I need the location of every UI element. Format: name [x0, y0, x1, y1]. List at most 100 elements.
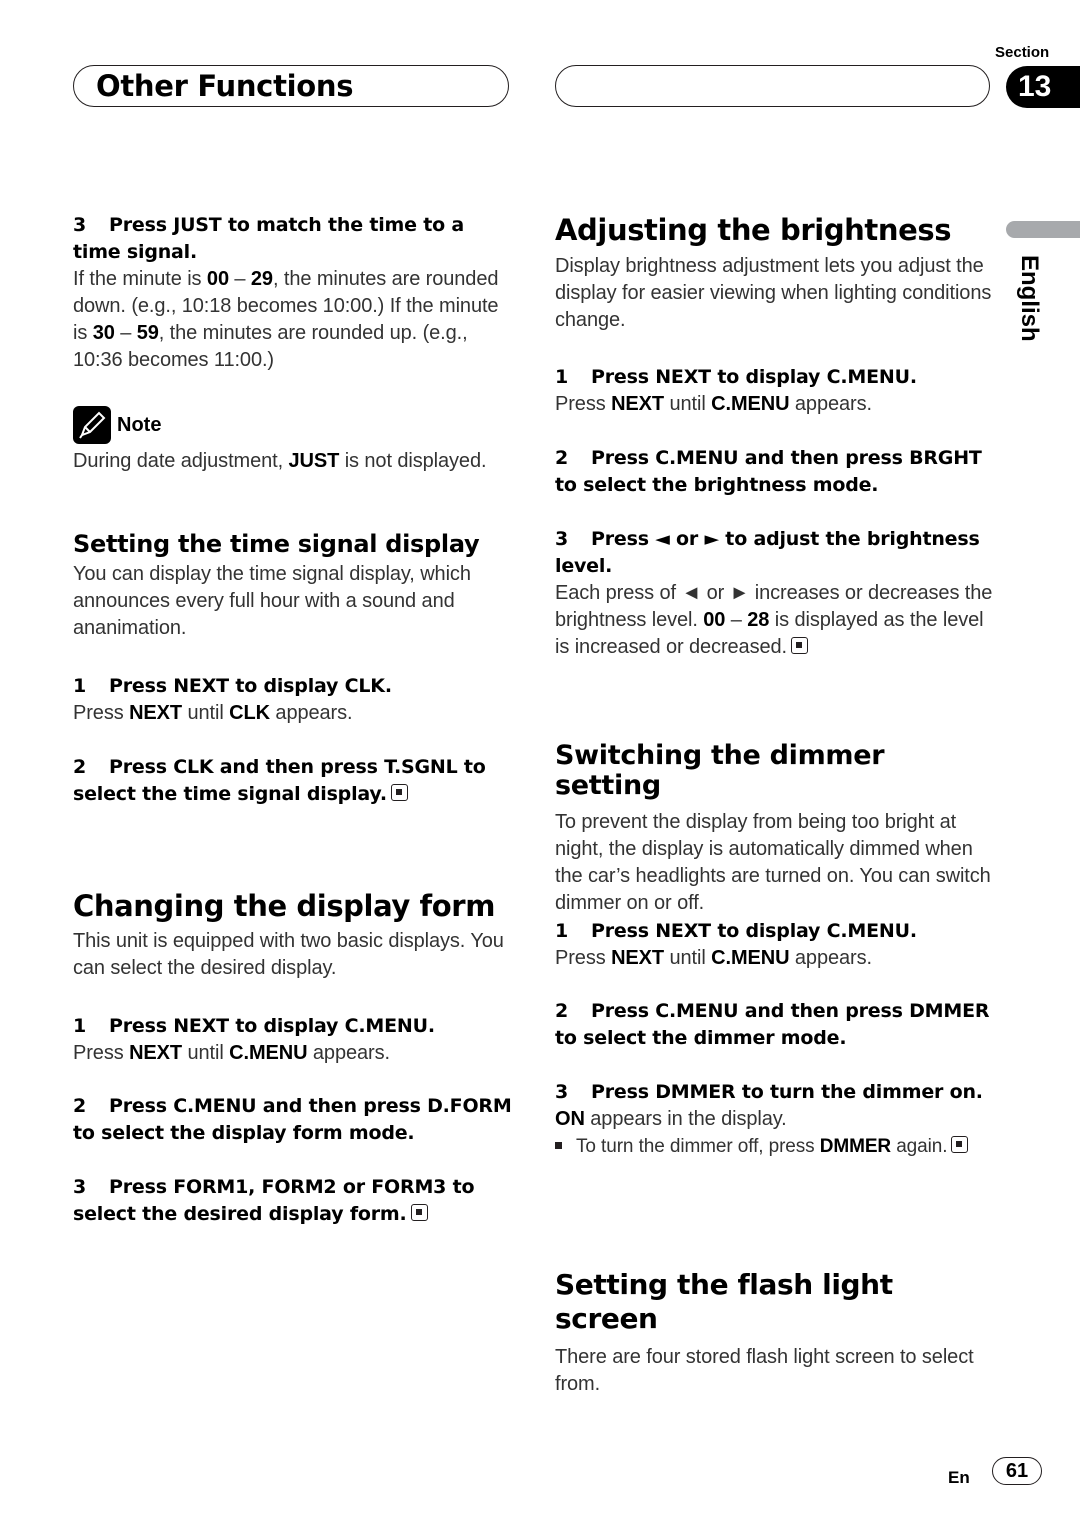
- step-title: Press ◄ or ► to adjust the brightness le…: [555, 528, 980, 577]
- step-number: 1: [555, 366, 569, 388]
- note-text-bold: JUST: [288, 450, 340, 472]
- text-bold: 00: [703, 609, 726, 631]
- text: Press: [555, 947, 612, 969]
- text: appears.: [789, 393, 872, 415]
- display-form-step-1: 1 Press NEXT to display C.MENU. Press NEX…: [73, 1013, 513, 1067]
- step-number: 2: [555, 1000, 569, 1022]
- step-title: Press DMMER to turn the dimmer on.: [591, 1081, 983, 1103]
- header-blank-box: [555, 65, 990, 107]
- step-number: 2: [555, 447, 569, 469]
- text-bold: DMMER: [819, 1136, 892, 1157]
- text: Press: [73, 1042, 130, 1064]
- text-bold: NEXT: [611, 947, 665, 969]
- text: If the minute is: [73, 268, 207, 290]
- section-heading: Adjusting the brightness: [555, 213, 952, 247]
- language-code: En: [948, 1468, 970, 1487]
- text: appears.: [789, 947, 872, 969]
- note-text-pre: During date adjustment,: [73, 450, 289, 472]
- step-number: 1: [73, 1015, 87, 1037]
- time-signal-step-2: 2 Press CLK and then press T.SGNL to sele…: [73, 754, 513, 808]
- step-body: Each press of ◄ or ► increases or decrea…: [555, 580, 995, 661]
- step-title: Press NEXT to display C.MENU.: [591, 920, 917, 942]
- note-text-post: is not displayed.: [339, 450, 487, 472]
- pencil-note-icon: [73, 406, 111, 444]
- step-number: 2: [73, 1095, 87, 1117]
- note-label: Note: [117, 413, 162, 436]
- text: again.: [891, 1136, 948, 1157]
- dimmer-step-2: 2 Press C.MENU and then press DMMER to se…: [555, 998, 995, 1052]
- text-bold: C.MENU: [711, 947, 790, 969]
- note-block: Note During date adjustment, JUST is not…: [73, 406, 513, 475]
- step-number: 3: [73, 1176, 87, 1198]
- section-intro: This unit is equipped with two basic dis…: [73, 930, 504, 979]
- step-just-time-signal: 3 Press JUST to match the time to a time …: [73, 212, 513, 374]
- step-title: Press C.MENU and then press D.FORM to se…: [73, 1095, 512, 1144]
- step-number: 3: [555, 528, 569, 550]
- text-bold: 29: [250, 268, 273, 290]
- text: –: [725, 609, 748, 631]
- text-bold: 00: [206, 268, 229, 290]
- dimmer-step-3: 3 Press DMMER to turn the dimmer on. ON a…: [555, 1079, 995, 1160]
- brightness-step-1: 1 Press NEXT to display C.MENU. Press NEX…: [555, 364, 995, 418]
- text: –: [114, 322, 137, 344]
- text-bold: CLK: [229, 702, 270, 724]
- step-number: 1: [555, 920, 569, 942]
- time-signal-step-1: 1 Press NEXT to display CLK. Press NEXT u…: [73, 673, 513, 727]
- section-heading: Switching the dimmer setting: [555, 740, 885, 801]
- text: appears in the display.: [584, 1108, 787, 1130]
- step-number: 3: [73, 214, 87, 236]
- step-number: 1: [73, 675, 87, 697]
- text: until: [182, 702, 230, 724]
- chapter-title: Other Functions: [96, 69, 354, 103]
- section-label: Section: [995, 44, 1050, 61]
- step-number: 2: [73, 756, 87, 778]
- text: Press: [555, 393, 612, 415]
- step-body: Press NEXT until C.MENU appears.: [555, 945, 995, 972]
- step-number: 3: [555, 1081, 569, 1103]
- text: until: [664, 947, 712, 969]
- chapter-title-box: Other Functions: [73, 65, 509, 107]
- text-bold: C.MENU: [711, 393, 790, 415]
- step-title: Press JUST to match the time to a time s…: [73, 214, 465, 263]
- bullet-item: To turn the dimmer off, press DMMER agai…: [555, 1133, 995, 1160]
- step-body: ON appears in the display.: [555, 1106, 995, 1133]
- end-of-section-icon: [790, 637, 808, 654]
- end-of-section-icon: [951, 1136, 969, 1153]
- section-intro: Display brightness adjustment lets you a…: [555, 255, 992, 331]
- text: –: [228, 268, 251, 290]
- text-bold: 59: [136, 322, 159, 344]
- step-title: Press C.MENU and then press DMMER to sel…: [555, 1000, 990, 1049]
- flash-light-section: Setting the flash light screen There are…: [555, 1268, 995, 1398]
- text: appears.: [269, 702, 353, 724]
- dimmer-section: Switching the dimmer setting To prevent …: [555, 741, 995, 917]
- bullet-icon: [555, 1142, 562, 1149]
- step-title: Press NEXT to display CLK.: [109, 675, 392, 697]
- step-title: Press NEXT to display C.MENU.: [591, 366, 917, 388]
- section-number-badge: 13: [1006, 66, 1080, 108]
- section-intro: You can display the time signal display,…: [73, 563, 471, 639]
- text-bold: NEXT: [129, 702, 183, 724]
- display-form-step-3: 3 Press FORM1, FORM2 or FORM3 to select t…: [73, 1174, 513, 1228]
- text: until: [664, 393, 712, 415]
- brightness-step-2: 2 Press C.MENU and then press BRGHT to se…: [555, 445, 995, 499]
- text-bold: 30: [92, 322, 115, 344]
- language-tab-label: English: [1016, 255, 1043, 342]
- section-intro: There are four stored flash light screen…: [555, 1346, 974, 1395]
- text-bold: C.MENU: [229, 1042, 308, 1064]
- section-heading: Changing the display form: [73, 889, 496, 923]
- end-of-section-icon: [410, 1204, 428, 1221]
- display-form-step-2: 2 Press C.MENU and then press D.FORM to s…: [73, 1093, 513, 1147]
- display-form-section: Changing the display form This unit is e…: [73, 889, 513, 982]
- note-text: During date adjustment, JUST is not disp…: [73, 448, 513, 475]
- text: until: [182, 1042, 230, 1064]
- text: To turn the dimmer off, press: [576, 1136, 820, 1157]
- section-heading: Setting the flash light screen: [555, 1268, 893, 1335]
- time-signal-section: Setting the time signal display You can …: [73, 529, 513, 642]
- dimmer-step-1: 1 Press NEXT to display C.MENU. Press NEX…: [555, 918, 995, 972]
- text-bold: ON: [555, 1108, 585, 1130]
- text-bold: 28: [747, 609, 770, 631]
- end-of-section-icon: [390, 784, 408, 801]
- step-title: Press NEXT to display C.MENU.: [109, 1015, 435, 1037]
- text-bold: NEXT: [611, 393, 665, 415]
- step-body: If the minute is 00 – 29, the minutes ar…: [73, 266, 513, 374]
